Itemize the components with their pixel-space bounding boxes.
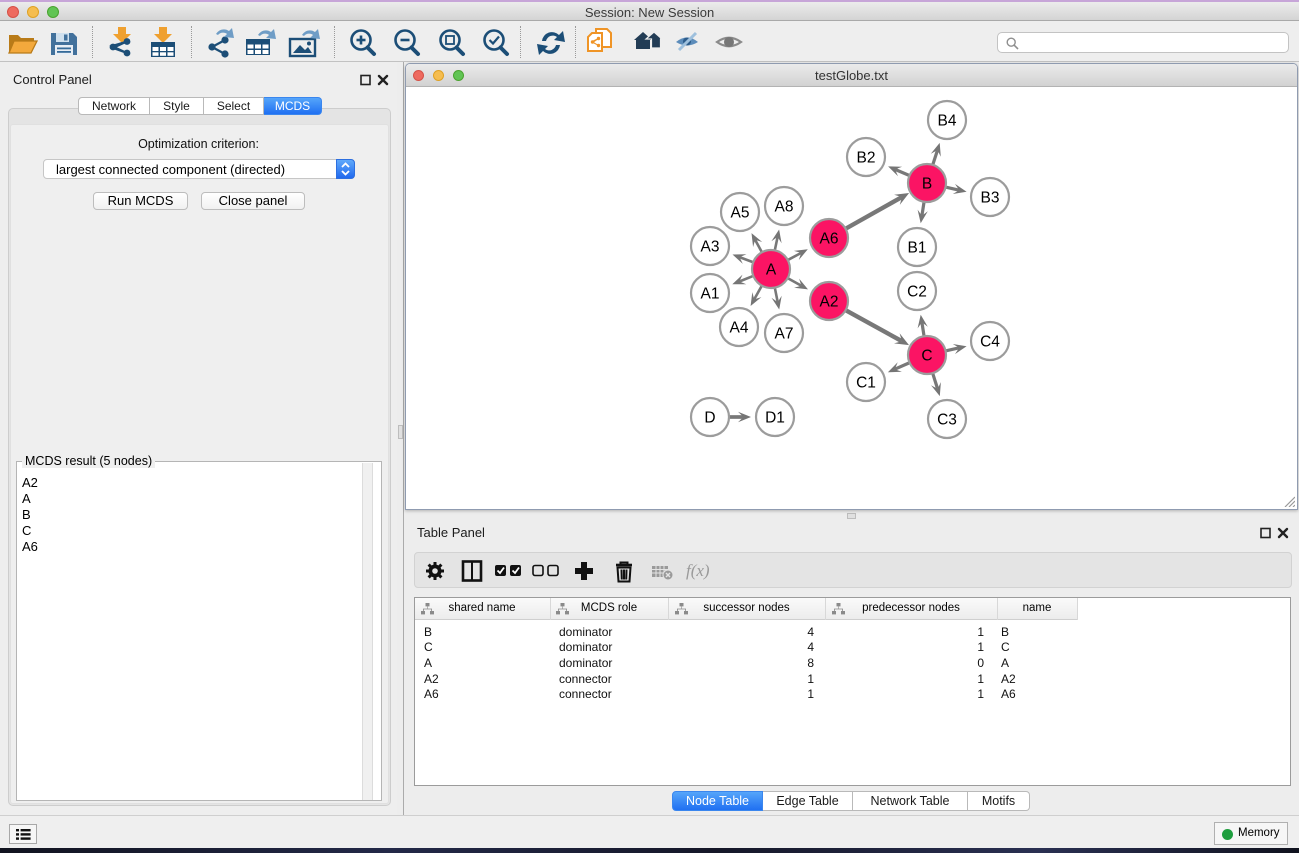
- svg-text:B1: B1: [908, 240, 927, 257]
- svg-text:B: B: [922, 176, 932, 193]
- svg-text:A: A: [766, 262, 777, 279]
- svg-text:A2: A2: [820, 294, 839, 311]
- svg-text:A8: A8: [775, 199, 794, 216]
- svg-text:B3: B3: [981, 190, 1000, 207]
- svg-text:A7: A7: [775, 326, 794, 343]
- svg-text:A3: A3: [701, 239, 720, 256]
- svg-text:A6: A6: [820, 231, 839, 248]
- svg-text:C: C: [921, 348, 932, 365]
- svg-text:D: D: [704, 410, 715, 427]
- svg-text:C3: C3: [937, 412, 957, 429]
- svg-text:D1: D1: [765, 410, 785, 427]
- svg-text:C4: C4: [980, 334, 1000, 351]
- svg-text:B2: B2: [857, 150, 876, 167]
- svg-text:C2: C2: [907, 284, 927, 301]
- svg-text:B4: B4: [938, 113, 957, 130]
- svg-text:C1: C1: [856, 375, 876, 392]
- svg-text:A4: A4: [730, 320, 749, 337]
- svg-text:A5: A5: [731, 205, 750, 222]
- svg-text:A1: A1: [701, 286, 720, 303]
